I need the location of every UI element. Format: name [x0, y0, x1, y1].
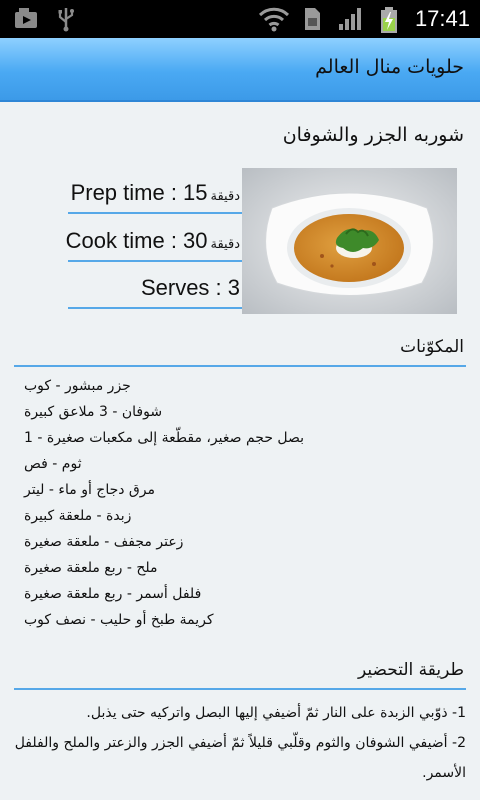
cook-time-unit: دقيقة [210, 237, 240, 252]
signal-icon [338, 6, 364, 36]
image-notification-icon [14, 6, 40, 34]
serves-label: Serves : 3 [140, 275, 240, 300]
status-time: 17:41 [414, 6, 470, 31]
cook-time-row: Cook time : 30 دقيقة [65, 216, 242, 262]
usb-icon [56, 6, 76, 36]
prep-time-label: Prep time : 15 [70, 180, 208, 205]
app-header: حلويات منال العالم [0, 38, 480, 102]
status-bar: 17:41 [0, 0, 480, 38]
app-title: حلويات منال العالم [315, 56, 464, 78]
method-step: 2- أضيفي الشوفان والثوم وقلّبي قليلاً ثم… [14, 735, 466, 781]
ingredient-item: ملح - ربع ملعقة صغيرة [24, 560, 158, 576]
sim-icon [302, 6, 322, 36]
ingredient-item: شوفان - 3 ملاعق كبيرة [24, 404, 163, 420]
ingredient-item: ثوم - فص [24, 456, 82, 472]
ingredient-item: فلفل أسمر - ربع ملعقة صغيرة [24, 586, 202, 602]
method-heading: طريقة التحضير [357, 660, 464, 680]
method-step: 1- ذوّبي الزبدة على النار ثمّ أضيفي إليه… [86, 705, 466, 721]
prep-time-unit: دقيقة [210, 189, 240, 204]
recipe-title: شوربه الجزر والشوفان [282, 124, 464, 146]
method-divider [14, 688, 466, 690]
serves-row: Serves : 3 [68, 263, 242, 309]
ingredient-item: زعتر مجفف - ملعقة صغيرة [24, 534, 184, 550]
ingredient-item: جزر مبشور - كوب [24, 378, 131, 394]
ingredient-item: كريمة طبخ أو حليب - نصف كوب [24, 612, 214, 628]
ingredient-item: مرق دجاج أو ماء - ليتر [24, 482, 156, 498]
recipe-photo [242, 168, 457, 314]
ingredient-item: بصل حجم صغير، مقطّعة إلى مكعبات صغيرة - … [24, 430, 305, 446]
ingredients-heading: المكوّنات [400, 337, 464, 357]
prep-time-row: Prep time : 15 دقيقة [68, 168, 242, 214]
wifi-icon [258, 6, 290, 36]
battery-charging-icon [380, 6, 398, 38]
ingredients-divider [14, 365, 466, 367]
ingredient-item: زبدة - ملعقة كبيرة [24, 508, 132, 524]
cook-time-label: Cook time : 30 [65, 228, 208, 253]
